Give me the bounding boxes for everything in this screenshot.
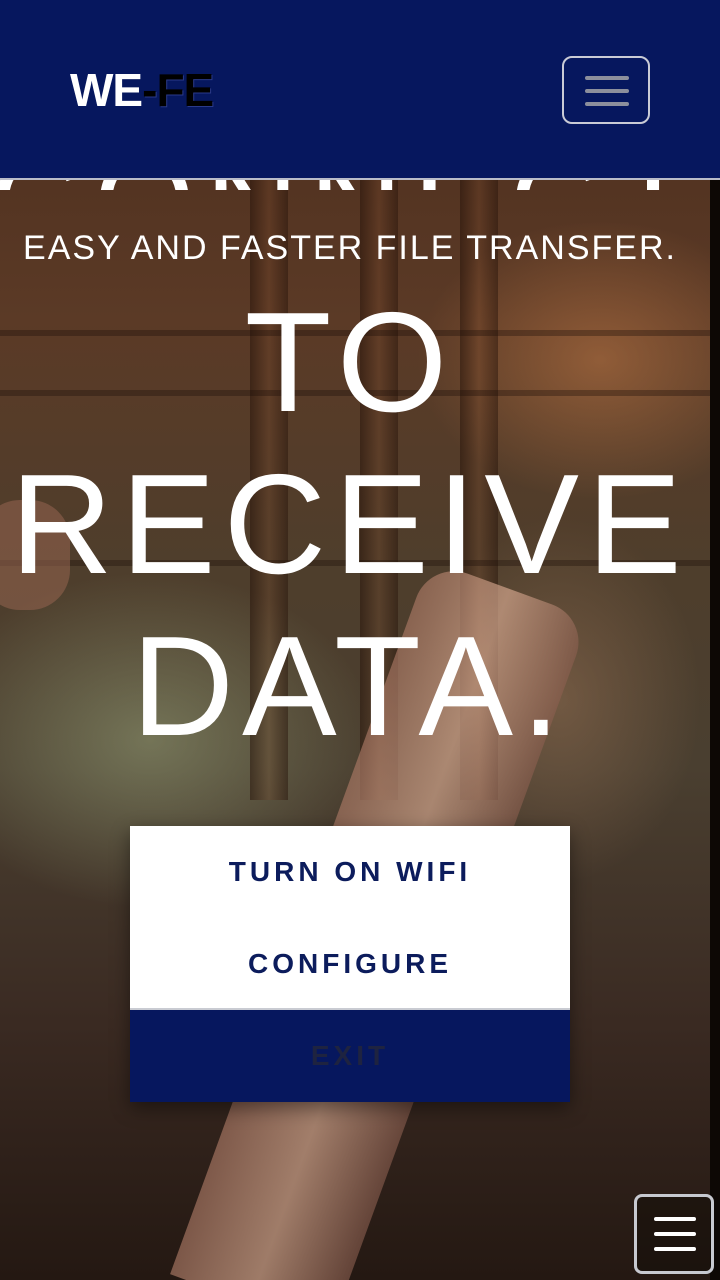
floating-menu-button[interactable] bbox=[634, 1194, 714, 1274]
exit-button[interactable]: EXIT bbox=[130, 1010, 570, 1102]
headline-line: DATA. bbox=[131, 607, 569, 766]
brand-dash: - bbox=[142, 64, 157, 116]
configure-button[interactable]: CONFIGURE bbox=[130, 918, 570, 1010]
hamburger-menu-icon bbox=[585, 102, 629, 106]
hamburger-menu-icon bbox=[585, 76, 629, 80]
turn-on-wifi-button[interactable]: TURN ON WIFI bbox=[130, 826, 570, 918]
navbar-toggle-button[interactable] bbox=[562, 56, 650, 124]
action-menu: TURN ON WIFI CONFIGURE EXIT bbox=[130, 826, 570, 1102]
brand-part-2: FE bbox=[156, 64, 214, 116]
hero-headline: TO RECEIVE DATA. bbox=[0, 282, 700, 768]
headline-line: TO bbox=[244, 283, 456, 442]
hamburger-menu-icon bbox=[654, 1232, 696, 1236]
background-edge bbox=[710, 180, 720, 1280]
hamburger-menu-icon bbox=[654, 1247, 696, 1251]
hero-tagline: EASY AND FASTER FILE TRANSFER. bbox=[23, 229, 677, 267]
brand-part-1: WE bbox=[70, 64, 143, 116]
brand-logo[interactable]: WE-FE bbox=[70, 64, 214, 116]
hamburger-menu-icon bbox=[585, 89, 629, 93]
hamburger-menu-icon bbox=[654, 1217, 696, 1221]
top-navbar: WE-FE bbox=[0, 0, 720, 180]
headline-line: RECEIVE bbox=[10, 445, 690, 604]
